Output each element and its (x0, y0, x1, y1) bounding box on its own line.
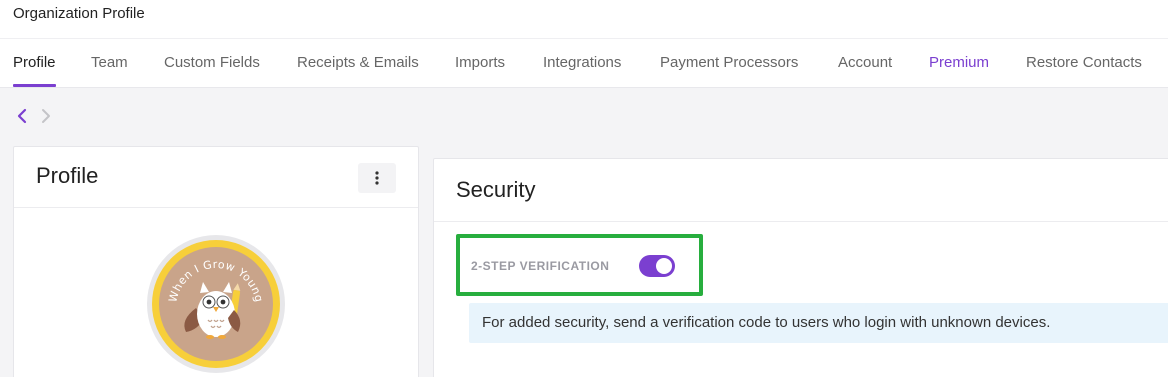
security-title: Security (456, 177, 536, 202)
two-step-verification-setting: 2-STEP VERIFICATION (456, 234, 703, 296)
organization-logo: When I Grow Young (146, 234, 286, 374)
tab-team[interactable]: Team (91, 39, 128, 88)
tab-restore-contacts[interactable]: Restore Contacts (1026, 39, 1142, 88)
toggle-knob (656, 258, 672, 274)
tab-payment-processors[interactable]: Payment Processors (660, 39, 798, 88)
tab-integrations[interactable]: Integrations (543, 39, 621, 88)
more-vertical-icon (375, 171, 379, 185)
tab-receipts-emails[interactable]: Receipts & Emails (297, 39, 419, 88)
info-banner: For added security, send a verification … (469, 303, 1168, 343)
profile-card: Profile When I Grow Young (13, 146, 419, 377)
security-header: Security (434, 159, 1168, 222)
two-step-verification-label: 2-STEP VERIFICATION (471, 259, 610, 273)
tab-profile[interactable]: Profile (13, 39, 56, 88)
two-step-verification-toggle[interactable] (639, 255, 675, 277)
history-navigation (12, 104, 62, 128)
chevron-right-icon (42, 109, 50, 123)
profile-card-title: Profile (36, 163, 99, 188)
back-button[interactable] (12, 104, 32, 128)
tab-bar: Profile Team Custom Fields Receipts & Em… (0, 39, 1168, 88)
page-title: Organization Profile (13, 5, 145, 22)
more-options-button[interactable] (358, 163, 396, 193)
profile-card-header: Profile (14, 147, 418, 208)
info-text: For added security, send a verification … (482, 314, 1051, 331)
forward-button[interactable] (36, 104, 56, 128)
tab-imports[interactable]: Imports (455, 39, 505, 88)
chevron-left-icon (17, 108, 27, 124)
tab-premium[interactable]: Premium (929, 39, 989, 88)
tab-account[interactable]: Account (838, 39, 892, 88)
top-bar: Organization Profile Profile Team Custom… (0, 0, 1168, 88)
tab-custom-fields[interactable]: Custom Fields (164, 39, 260, 88)
security-card: Security 2-STEP VERIFICATION For added s… (433, 158, 1168, 377)
